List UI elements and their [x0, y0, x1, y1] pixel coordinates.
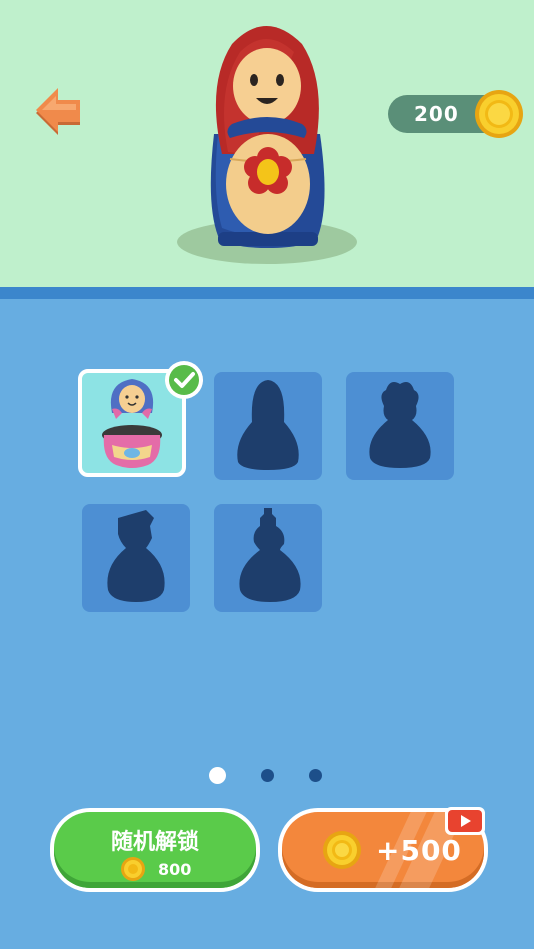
- back-button[interactable]: [30, 82, 86, 138]
- skin-slot-3[interactable]: [346, 372, 454, 480]
- page-dot-1[interactable]: [209, 767, 226, 784]
- checkmark-icon: [164, 360, 204, 400]
- coin-icon: [120, 856, 146, 882]
- divider-stripe: [0, 287, 534, 299]
- locked-silhouette-icon: [369, 382, 431, 468]
- skin-slot-2[interactable]: [214, 372, 322, 480]
- skin-slot-5[interactable]: [214, 504, 322, 612]
- back-arrow-icon: [36, 88, 80, 135]
- coin-icon: [322, 830, 362, 870]
- random-unlock-label: 随机解锁: [110, 830, 199, 855]
- coin-icon: [474, 89, 524, 139]
- locked-silhouette-icon: [107, 510, 165, 602]
- page-dot-3[interactable]: [309, 769, 322, 782]
- skin-slot-4[interactable]: [82, 504, 190, 612]
- locked-silhouette-icon: [239, 508, 301, 602]
- random-unlock-button[interactable]: 随机解锁 800: [50, 808, 260, 892]
- doll-preview: [170, 14, 370, 272]
- locked-silhouette-icon: [237, 380, 299, 470]
- ad-reward-amount: +500: [376, 834, 462, 867]
- random-unlock-price: 800: [158, 860, 192, 879]
- page-dot-2[interactable]: [261, 769, 274, 782]
- coin-balance-value: 200: [414, 102, 459, 126]
- video-play-icon: [444, 806, 486, 836]
- page-indicator: [0, 765, 534, 785]
